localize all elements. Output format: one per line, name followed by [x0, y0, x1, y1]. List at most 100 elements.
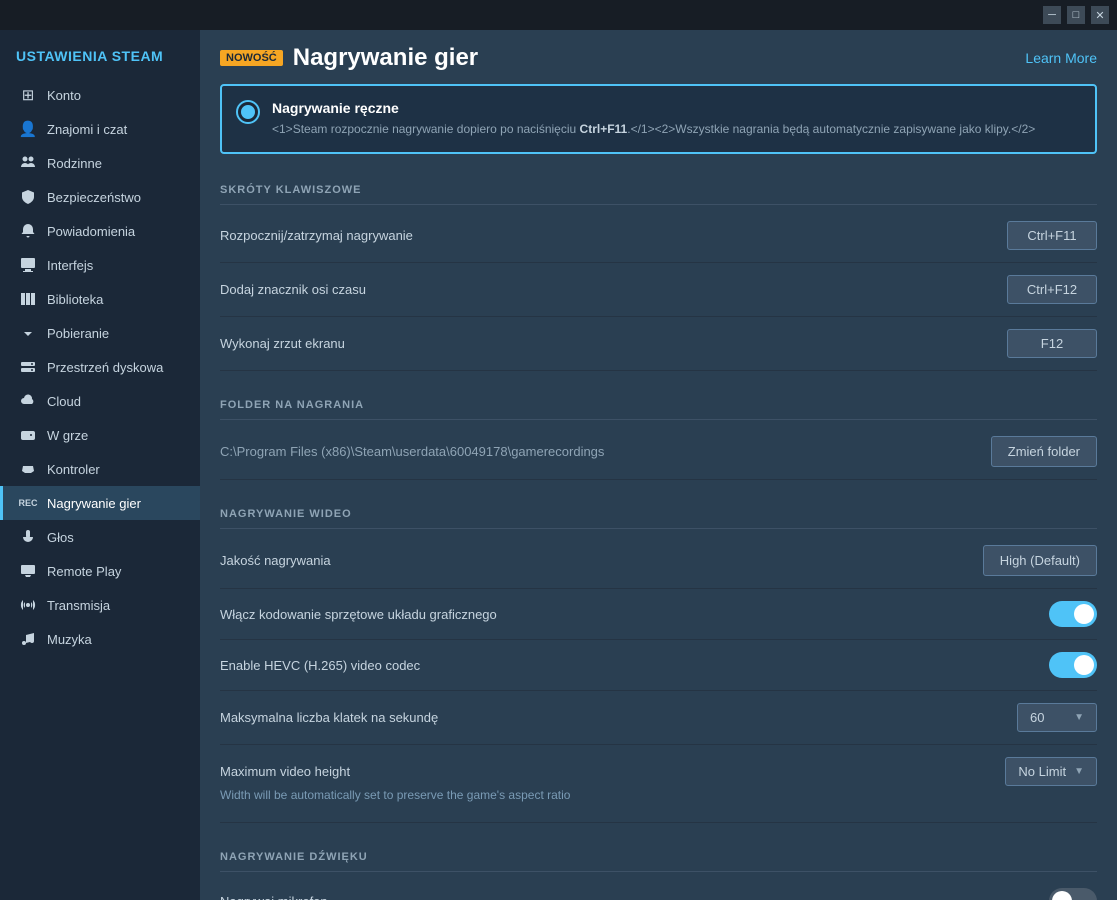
- sidebar-label: Przestrzeń dyskowa: [47, 360, 163, 375]
- shortcut-key-record[interactable]: Ctrl+F11: [1007, 221, 1097, 250]
- sidebar-item-muzyka[interactable]: Muzyka: [0, 622, 200, 656]
- sidebar-label: Znajomi i czat: [47, 122, 127, 137]
- sidebar-item-przestrzen[interactable]: Przestrzeń dyskowa: [0, 350, 200, 384]
- notification-icon: [19, 222, 37, 240]
- music-icon: [19, 630, 37, 648]
- toggle-knob: [1052, 891, 1072, 900]
- shortcut-label-record: Rozpocznij/zatrzymaj nagrywanie: [220, 228, 413, 243]
- cloud-icon: [19, 392, 37, 410]
- sidebar-item-bezpieczenstwo[interactable]: Bezpieczeństwo: [0, 180, 200, 214]
- radio-button-manual[interactable]: [238, 102, 258, 122]
- controller-icon: [19, 460, 37, 478]
- fps-row: Maksymalna liczba klatek na sekundę 60 ▼: [220, 691, 1097, 745]
- friends-icon: 👤: [19, 120, 37, 138]
- shortcut-label-timestamp: Dodaj znacznik osi czasu: [220, 282, 366, 297]
- hw-encode-row: Włącz kodowanie sprzętowe układu graficz…: [220, 589, 1097, 640]
- sidebar-item-kontroler[interactable]: Kontroler: [0, 452, 200, 486]
- fps-dropdown[interactable]: 60 ▼: [1017, 703, 1097, 732]
- ingame-icon: [19, 426, 37, 444]
- new-badge: NOWOŚĆ: [220, 50, 283, 66]
- sidebar-item-nagrywanie[interactable]: REC Nagrywanie gier: [0, 486, 200, 520]
- max-height-value: No Limit: [1018, 764, 1066, 779]
- minimize-button[interactable]: ─: [1043, 6, 1061, 24]
- mic-label: Nagrywaj mikrofon: [220, 894, 328, 900]
- sidebar-label: Transmisja: [47, 598, 110, 613]
- learn-more-button[interactable]: Learn More: [1025, 50, 1097, 66]
- radio-card-manual[interactable]: Nagrywanie ręczne <1>Steam rozpocznie na…: [220, 84, 1097, 154]
- shortcut-key-screenshot[interactable]: F12: [1007, 329, 1097, 358]
- sidebar-label: Bezpieczeństwo: [47, 190, 141, 205]
- chevron-down-icon: ▼: [1074, 766, 1084, 777]
- folder-path: C:\Program Files (x86)\Steam\userdata\60…: [220, 444, 604, 459]
- quality-button[interactable]: High (Default): [983, 545, 1097, 576]
- max-height-label: Maximum video height: [220, 764, 350, 779]
- sidebar-label: Interfejs: [47, 258, 93, 273]
- shortcut-row-screenshot: Wykonaj zrzut ekranu F12: [220, 317, 1097, 371]
- max-height-row-inner: Maximum video height No Limit ▼: [220, 757, 1097, 786]
- shortcut-label-screenshot: Wykonaj zrzut ekranu: [220, 336, 345, 351]
- sidebar-label: Cloud: [47, 394, 81, 409]
- sidebar-item-konto[interactable]: ⊞ Konto: [0, 78, 200, 112]
- sidebar-item-rodzina[interactable]: Rodzinne: [0, 146, 200, 180]
- quality-label: Jakość nagrywania: [220, 553, 331, 568]
- interface-icon: [19, 256, 37, 274]
- library-icon: [19, 290, 37, 308]
- sidebar-item-znajomi[interactable]: 👤 Znajomi i czat: [0, 112, 200, 146]
- sidebar-label: Biblioteka: [47, 292, 103, 307]
- security-icon: [19, 188, 37, 206]
- radio-card-title: Nagrywanie ręczne: [272, 100, 1035, 116]
- mic-toggle[interactable]: [1049, 888, 1097, 900]
- shortcut-key-timestamp[interactable]: Ctrl+F12: [1007, 275, 1097, 304]
- sidebar-label: Głos: [47, 530, 74, 545]
- sidebar-item-glos[interactable]: Głos: [0, 520, 200, 554]
- shortcut-row-timestamp: Dodaj znacznik osi czasu Ctrl+F12: [220, 263, 1097, 317]
- radio-card-description: <1>Steam rozpocznie nagrywanie dopiero p…: [272, 120, 1035, 138]
- max-height-sublabel: Width will be automatically set to prese…: [220, 788, 1097, 810]
- hw-encode-label: Włącz kodowanie sprzętowe układu graficz…: [220, 607, 497, 622]
- content-body: Nagrywanie ręczne <1>Steam rozpocznie na…: [200, 84, 1117, 900]
- sidebar-item-powiadomienia[interactable]: Powiadomienia: [0, 214, 200, 248]
- audio-header: NAGRYWANIE DŹWIĘKU: [220, 839, 1097, 872]
- sidebar-item-transmisja[interactable]: Transmisja: [0, 588, 200, 622]
- quality-row: Jakość nagrywania High (Default): [220, 533, 1097, 589]
- account-icon: ⊞: [19, 86, 37, 104]
- hevc-label: Enable HEVC (H.265) video codec: [220, 658, 420, 673]
- hw-encode-toggle[interactable]: [1049, 601, 1097, 627]
- sidebar-item-wgrze[interactable]: W grze: [0, 418, 200, 452]
- radio-card-text: Nagrywanie ręczne <1>Steam rozpocznie na…: [272, 100, 1035, 138]
- storage-icon: [19, 358, 37, 376]
- change-folder-button[interactable]: Zmień folder: [991, 436, 1097, 467]
- sidebar-label: Rodzinne: [47, 156, 102, 171]
- main-content: NOWOŚĆ Nagrywanie gier Learn More Nagryw…: [200, 30, 1117, 900]
- max-height-row: Maximum video height No Limit ▼ Width wi…: [220, 745, 1097, 823]
- max-height-dropdown[interactable]: No Limit ▼: [1005, 757, 1097, 786]
- folder-row: C:\Program Files (x86)\Steam\userdata\60…: [220, 424, 1097, 480]
- sidebar-label: Kontroler: [47, 462, 100, 477]
- fps-label: Maksymalna liczba klatek na sekundę: [220, 710, 438, 725]
- titlebar: ─ □ ✕: [0, 0, 1117, 30]
- toggle-knob: [1074, 655, 1094, 675]
- chevron-down-icon: ▼: [1074, 712, 1084, 723]
- mic-row: Nagrywaj mikrofon: [220, 876, 1097, 900]
- sidebar-item-biblioteka[interactable]: Biblioteka: [0, 282, 200, 316]
- maximize-button[interactable]: □: [1067, 6, 1085, 24]
- sidebar-label: Muzyka: [47, 632, 92, 647]
- sidebar-label: Powiadomienia: [47, 224, 135, 239]
- hevc-toggle[interactable]: [1049, 652, 1097, 678]
- close-button[interactable]: ✕: [1091, 6, 1109, 24]
- sidebar-item-interfejs[interactable]: Interfejs: [0, 248, 200, 282]
- sidebar-item-pobieranie[interactable]: Pobieranie: [0, 316, 200, 350]
- folder-header: FOLDER NA NAGRANIA: [220, 387, 1097, 420]
- sidebar-label: Nagrywanie gier: [47, 496, 141, 511]
- fps-value: 60: [1030, 710, 1044, 725]
- family-icon: [19, 154, 37, 172]
- page-title: Nagrywanie gier: [293, 44, 478, 72]
- app-body: USTAWIENIA STEAM ⊞ Konto 👤 Znajomi i cza…: [0, 30, 1117, 900]
- sidebar-title: USTAWIENIA STEAM: [0, 40, 200, 78]
- sidebar-item-remoteplay[interactable]: Remote Play: [0, 554, 200, 588]
- sidebar-item-cloud[interactable]: Cloud: [0, 384, 200, 418]
- video-header: NAGRYWANIE WIDEO: [220, 496, 1097, 529]
- sidebar: USTAWIENIA STEAM ⊞ Konto 👤 Znajomi i cza…: [0, 30, 200, 900]
- content-header: NOWOŚĆ Nagrywanie gier Learn More: [200, 30, 1117, 84]
- broadcast-icon: [19, 596, 37, 614]
